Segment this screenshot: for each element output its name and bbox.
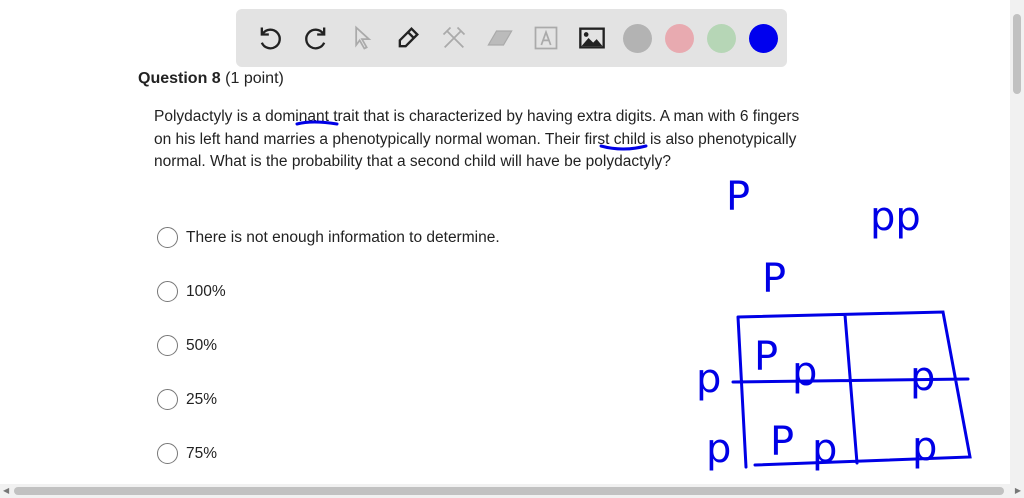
radio-button[interactable]: [157, 443, 178, 464]
option-label: 75%: [186, 444, 218, 462]
pen-button[interactable]: [388, 18, 428, 58]
vertical-scroll-thumb[interactable]: [1013, 14, 1021, 94]
color-blue-swatch[interactable]: [749, 23, 778, 53]
answer-option[interactable]: 50%: [157, 335, 217, 356]
eraser-button[interactable]: [480, 18, 520, 58]
annotation: P: [770, 419, 794, 465]
undo-button[interactable]: [250, 18, 290, 58]
color-gray-swatch[interactable]: [623, 23, 652, 53]
tools-button[interactable]: [434, 18, 474, 58]
answer-option[interactable]: 100%: [157, 281, 226, 302]
annotation: p: [792, 349, 817, 395]
image-button[interactable]: [572, 18, 612, 58]
color-pink-swatch[interactable]: [665, 23, 694, 53]
annotation: pp: [870, 194, 921, 240]
redo-button[interactable]: [296, 18, 336, 58]
horizontal-scrollbar[interactable]: ◀ ▶: [0, 484, 1024, 498]
annotation: p: [706, 426, 731, 472]
question-number: Question 8: [138, 70, 221, 87]
tools-icon: [442, 26, 466, 48]
text-button[interactable]: [526, 18, 566, 58]
option-label: 100%: [186, 282, 226, 300]
undo-icon: [260, 27, 281, 50]
redo-icon: [305, 27, 326, 50]
annotation: p: [696, 356, 721, 402]
question-title: Question 8 (1 point): [138, 70, 284, 88]
radio-button[interactable]: [157, 227, 178, 248]
annotation: p: [812, 426, 837, 472]
annotation: P: [762, 256, 786, 302]
color-green-swatch[interactable]: [707, 23, 736, 53]
radio-button[interactable]: [157, 281, 178, 302]
horizontal-scroll-thumb[interactable]: [14, 487, 1004, 495]
select-button[interactable]: [342, 18, 382, 58]
option-label: 50%: [186, 336, 218, 354]
drawing-toolbar: [236, 9, 787, 67]
vertical-scrollbar[interactable]: [1010, 0, 1024, 484]
scroll-left-icon[interactable]: ◀: [3, 486, 9, 495]
image-icon: [579, 27, 605, 49]
question-points: (1 point): [225, 70, 284, 87]
annotation: p: [912, 424, 937, 470]
option-label: There is not enough information to deter…: [186, 228, 500, 246]
option-label: 25%: [186, 390, 218, 408]
answer-option[interactable]: 75%: [157, 443, 217, 464]
text-icon: [534, 26, 558, 50]
answer-option[interactable]: There is not enough information to deter…: [157, 227, 500, 248]
select-icon: [355, 25, 372, 50]
annotation: p: [910, 354, 935, 400]
radio-button[interactable]: [157, 389, 178, 410]
punnett-square: [731, 310, 972, 469]
annotation: P: [754, 334, 778, 380]
pen-icon: [398, 27, 419, 48]
question-text: Polydactyly is a dominant trait that is …: [154, 108, 800, 170]
radio-button[interactable]: [157, 335, 178, 356]
answer-option[interactable]: 25%: [157, 389, 217, 410]
scroll-right-icon[interactable]: ▶: [1015, 486, 1021, 495]
eraser-icon: [487, 30, 513, 46]
annotation: P: [726, 174, 750, 220]
